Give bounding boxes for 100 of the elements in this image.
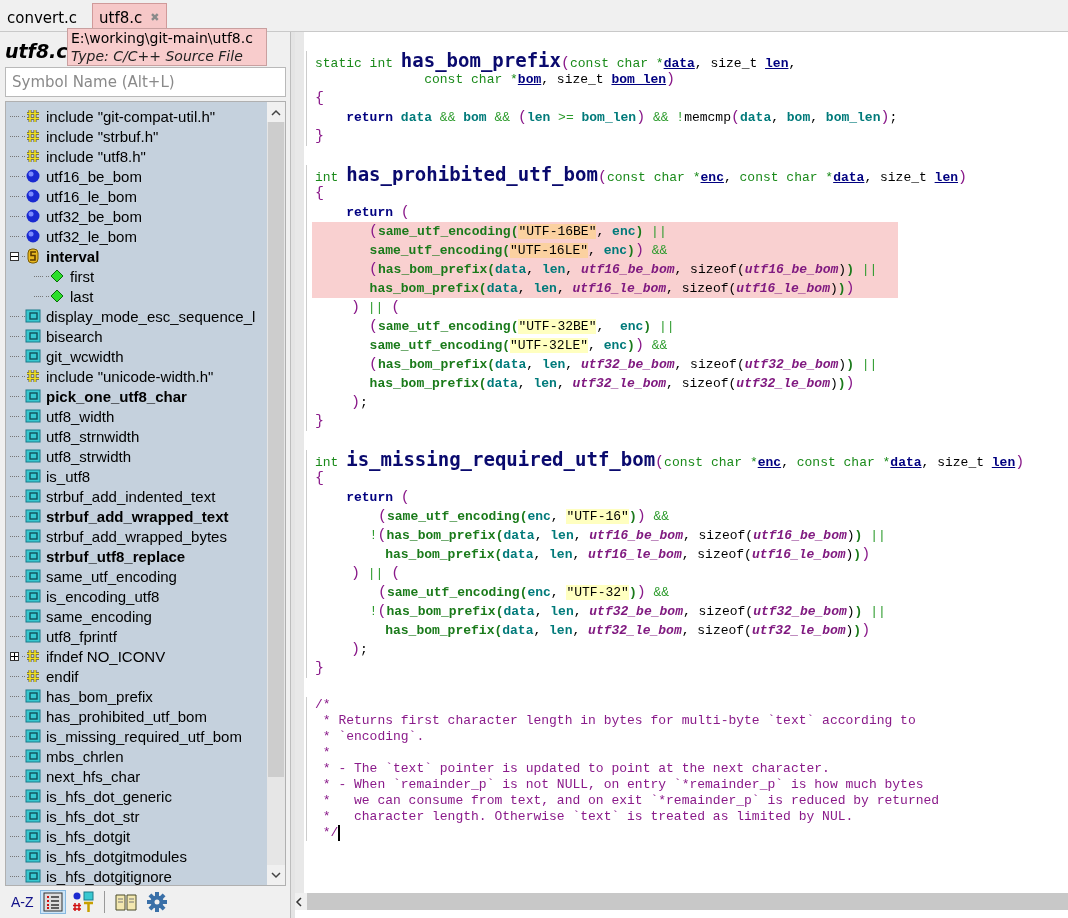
hash-icon <box>25 668 41 684</box>
tree-item[interactable]: strbuf_utf8_replace <box>46 547 186 565</box>
tree-item[interactable]: ifndef NO_ICONV <box>46 647 166 665</box>
code-line: int has_prohibited_utf_bom(const char *enc, const char *data, size_t len) <box>315 165 968 184</box>
expand-icon[interactable] <box>10 651 19 661</box>
code-line: ) || ( <box>350 564 401 583</box>
code-line: static int has_bom_prefix(const char *data, size_t len, <box>315 51 797 70</box>
list-view-button[interactable] <box>39 890 66 914</box>
code-line: return ( <box>345 488 410 507</box>
code-line: (same_utf_encoding("UTF-32BE", enc) || <box>368 317 675 336</box>
function-icon <box>25 428 41 444</box>
variable-icon <box>25 188 41 204</box>
tree-item[interactable]: same_utf_encoding <box>46 567 177 585</box>
code-line: return ( <box>345 203 410 222</box>
code-line: } <box>315 659 324 678</box>
function-icon <box>25 308 41 324</box>
code-line: } <box>315 412 324 431</box>
code-line: !(has_bom_prefix(data, len, utf16_be_bom, sizeof(utf16_be_bom)) || <box>368 526 886 545</box>
tree-item[interactable]: interval <box>46 247 100 265</box>
code-line: has_bom_prefix(data, len, utf32_le_bom, sizeof(utf32_le_bom))) <box>368 374 855 393</box>
code-line: ) || ( <box>350 298 401 317</box>
tree-item[interactable]: is_missing_required_utf_bom <box>46 727 242 745</box>
tree-item[interactable]: has_bom_prefix <box>46 687 153 705</box>
code-line: int is_missing_required_utf_bom(const char *enc, const char *data, size_t len) <box>315 450 1025 469</box>
tree-item[interactable]: include "utf8.h" <box>46 147 146 165</box>
code-line: * <box>321 745 331 761</box>
symbol-search-field[interactable]: Symbol Name (Alt+L) <box>5 67 286 97</box>
tree-item[interactable]: utf8_fprintf <box>46 627 117 645</box>
code-line: * `encoding`. <box>321 729 425 745</box>
function-icon <box>25 868 41 884</box>
tree-item[interactable]: last <box>70 287 94 305</box>
tree-item[interactable]: utf8_width <box>46 407 115 425</box>
code-line: { <box>315 469 324 488</box>
function-icon <box>25 748 41 764</box>
function-icon <box>25 568 41 584</box>
tree-item[interactable]: is_encoding_utf8 <box>46 587 160 605</box>
tree-item[interactable]: utf8_strnwidth <box>46 427 140 445</box>
tree-item[interactable]: same_encoding <box>46 607 152 625</box>
tree-item[interactable]: is_hfs_dot_generic <box>46 787 172 805</box>
code-line: { <box>315 89 324 108</box>
tree-item[interactable]: is_utf8 <box>46 467 91 485</box>
tree-item[interactable]: bisearch <box>46 327 103 345</box>
tooltip-type: Type: C/C++ Source File <box>71 47 244 65</box>
function-icon <box>25 688 41 704</box>
scroll-left-icon[interactable] <box>295 896 303 907</box>
tree-item[interactable]: next_hfs_char <box>46 767 141 785</box>
code-line: (same_utf_encoding(enc, "UTF-32")) && <box>377 583 670 602</box>
tree-item[interactable]: is_hfs_dotgitignore <box>46 867 172 885</box>
tree-item[interactable]: utf8_strwidth <box>46 447 132 465</box>
tree-item[interactable]: strbuf_add_indented_text <box>46 487 216 505</box>
tree-item[interactable]: utf16_be_bom <box>46 167 142 185</box>
sort-button[interactable]: A-Z <box>8 890 37 914</box>
tree-item[interactable]: strbuf_add_wrapped_bytes <box>46 527 227 545</box>
function-icon <box>25 808 41 824</box>
function-icon <box>25 708 41 724</box>
tree-item[interactable]: git_wcwidth <box>46 347 124 365</box>
tree-item[interactable]: utf32_be_bom <box>46 207 142 225</box>
tree-item[interactable]: endif <box>46 667 79 685</box>
hash-icon <box>25 108 41 124</box>
scroll-up-icon[interactable] <box>271 108 281 116</box>
tree-item[interactable]: strbuf_add_wrapped_text <box>46 507 229 525</box>
horizontal-scrollbar[interactable] <box>295 893 1068 910</box>
tree-item[interactable]: display_mode_esc_sequence_l <box>46 307 256 325</box>
struct-icon <box>25 248 41 264</box>
variable-icon <box>25 168 41 184</box>
tree-item[interactable]: first <box>70 267 95 285</box>
tree-item[interactable]: utf32_le_bom <box>46 227 137 245</box>
code-line: ); <box>350 393 368 412</box>
function-icon <box>25 828 41 844</box>
function-icon <box>25 728 41 744</box>
function-icon <box>25 768 41 784</box>
code-line: const char *bom, size_t bom_len) <box>424 71 676 89</box>
code-line: * Returns first character length in bytes for multi-byte `text` according to <box>321 713 916 729</box>
tree-item[interactable]: is_hfs_dotgitmodules <box>46 847 187 865</box>
tree-item[interactable]: is_hfs_dotgit <box>46 827 131 845</box>
scrollbar[interactable] <box>267 102 285 885</box>
hash-icon <box>25 368 41 384</box>
diamond-icon <box>49 288 65 304</box>
tree-item[interactable]: is_hfs_dot_str <box>46 807 140 825</box>
variable-icon <box>25 228 41 244</box>
file-tab[interactable]: utf8.c ✖ <box>92 3 167 31</box>
tree-item[interactable]: has_prohibited_utf_bom <box>46 707 207 725</box>
tree-item[interactable]: mbs_chrlen <box>46 747 124 765</box>
tree-item[interactable]: pick_one_utf8_char <box>46 387 187 405</box>
tree-item[interactable]: utf16_le_bom <box>46 187 137 205</box>
tree-item[interactable]: include "git-compat-util.h" <box>46 107 216 125</box>
code-line: ); <box>350 640 368 659</box>
tree-item[interactable]: include "unicode-width.h" <box>46 367 214 385</box>
function-icon <box>25 848 41 864</box>
code-line: same_utf_encoding("UTF-32LE", enc)) && <box>368 336 668 355</box>
tooltip-path: E:\working\git-main\utf8.c <box>71 29 254 47</box>
function-icon <box>25 468 41 484</box>
scroll-down-icon[interactable] <box>271 871 281 879</box>
code-line: * - The `text` pointer is updated to point at the next character. <box>321 761 830 777</box>
function-icon <box>25 388 41 404</box>
tree-item[interactable]: include "strbuf.h" <box>46 127 159 145</box>
collapse-icon[interactable] <box>10 251 19 261</box>
function-icon <box>25 528 41 544</box>
hash-icon <box>25 148 41 164</box>
file-tab[interactable]: convert.c <box>0 3 85 31</box>
